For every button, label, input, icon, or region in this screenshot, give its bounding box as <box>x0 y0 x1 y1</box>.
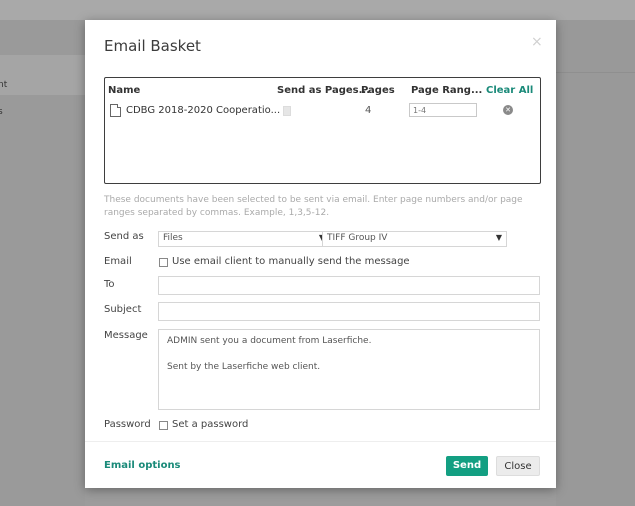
document-name: CDBG 2018-2020 Cooperatio... <box>126 105 281 116</box>
send-as-format-select[interactable]: TIFF Group IV ▼ <box>322 231 507 247</box>
send-as-type-select[interactable]: Files ▼ <box>158 231 330 247</box>
message-textarea[interactable]: ADMIN sent you a document from Laserfich… <box>158 329 540 410</box>
set-password-option-label[interactable]: Set a password <box>172 419 248 430</box>
email-client-checkbox[interactable] <box>159 258 168 267</box>
column-header-name[interactable]: Name <box>108 85 140 96</box>
subject-label: Subject <box>104 304 142 315</box>
to-input[interactable] <box>158 276 540 295</box>
background-top-strip <box>0 0 635 20</box>
documents-grid: Name Send as Pages... Pages Page Rang...… <box>104 77 541 184</box>
close-button[interactable]: Close <box>496 456 540 476</box>
email-options-link[interactable]: Email options <box>104 460 181 471</box>
send-as-format-value: TIFF Group IV <box>327 233 388 243</box>
clear-all-link[interactable]: Clear All <box>486 85 533 96</box>
footer-divider <box>85 441 556 442</box>
email-label: Email <box>104 256 132 267</box>
document-icon <box>110 104 121 117</box>
message-line: Sent by the Laserfiche web client. <box>167 362 321 372</box>
send-as-pages-checkbox[interactable] <box>283 106 291 116</box>
email-client-option-label[interactable]: Use email client to manually send the me… <box>172 256 410 267</box>
message-line: ADMIN sent you a document from Laserfich… <box>167 336 372 346</box>
password-label: Password <box>104 419 151 430</box>
set-password-checkbox[interactable] <box>159 421 168 430</box>
send-as-label: Send as <box>104 231 144 242</box>
close-icon[interactable]: × <box>531 34 543 50</box>
send-as-type-value: Files <box>163 233 183 243</box>
message-label: Message <box>104 330 148 341</box>
chevron-down-icon: ▼ <box>495 233 502 242</box>
email-basket-dialog: Email Basket × Name Send as Pages... Pag… <box>85 20 556 488</box>
column-header-send-as-pages[interactable]: Send as Pages... <box>277 85 370 96</box>
document-page-count: 4 <box>365 105 372 116</box>
send-button[interactable]: Send <box>446 456 488 476</box>
column-header-pages[interactable]: Pages <box>361 85 395 96</box>
background-right-panel <box>556 20 635 506</box>
background-sidebar-text: s <box>0 107 3 117</box>
background-divider <box>556 72 635 73</box>
background-sidebar-highlight <box>0 55 85 95</box>
page-range-input[interactable] <box>409 103 477 117</box>
remove-icon[interactable]: ✕ <box>503 105 513 115</box>
info-text: These documents have been selected to be… <box>104 195 523 218</box>
subject-input[interactable] <box>158 302 540 321</box>
column-header-page-range[interactable]: Page Rang... <box>411 85 482 96</box>
dialog-title: Email Basket <box>104 37 201 55</box>
background-sidebar: nt s <box>0 20 85 506</box>
to-label: To <box>104 279 115 290</box>
background-sidebar-text: nt <box>0 80 8 90</box>
